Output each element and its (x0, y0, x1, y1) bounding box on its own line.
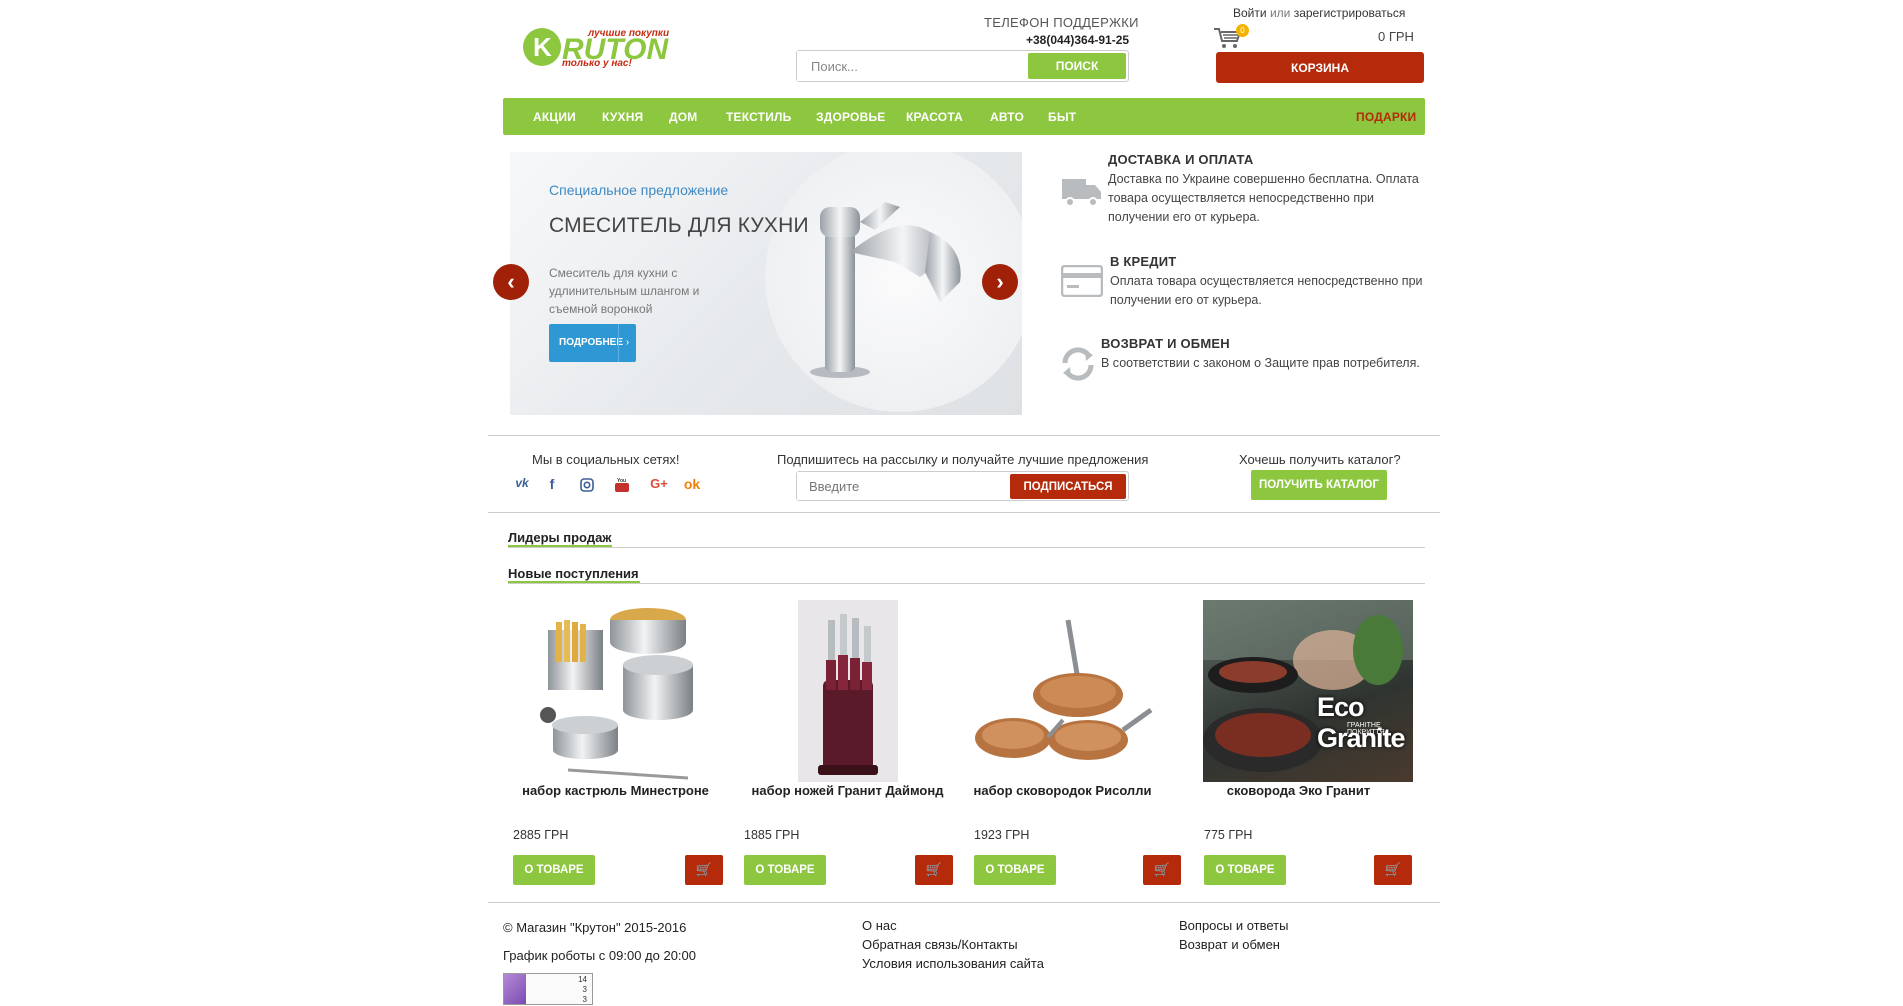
vk-icon[interactable]: vk (513, 476, 531, 494)
cart-icon: 🛒 (1153, 862, 1171, 877)
feature-return-title: ВОЗВРАТ И ОБМЕН (1101, 336, 1230, 351)
search-button[interactable]: ПОИСК (1028, 53, 1126, 79)
nav-item-avto[interactable]: АВТО (990, 110, 1024, 124)
nav-item-akcii[interactable]: АКЦИИ (533, 110, 576, 124)
catalog-label: Хочешь получить каталог? (1239, 452, 1401, 467)
nav-item-zdorovie[interactable]: ЗДОРОВЬЕ (816, 110, 885, 124)
truck-icon (1060, 175, 1104, 214)
footer-schedule: График роботы с 09:00 до 20:00 (503, 948, 697, 963)
footer-link-faq[interactable]: Вопросы и ответы (1179, 918, 1288, 933)
product-details-button[interactable]: О ТОВАРЕ (513, 855, 595, 885)
register-link[interactable]: зарегистрироваться (1294, 6, 1406, 20)
nav-item-podarki[interactable]: ПОДАРКИ (1356, 110, 1416, 124)
add-to-cart-button[interactable]: 🛒 (1374, 855, 1412, 885)
divider (488, 512, 1440, 513)
subscribe-button[interactable]: ПОДПИСАТЬСЯ (1010, 474, 1126, 499)
banner-title: СМЕСИТЕЛЬ ДЛЯ КУХНИ (549, 214, 809, 237)
banner-next-arrow[interactable]: › (982, 264, 1018, 300)
support-label: ТЕЛЕФОН ПОДДЕРЖКИ (984, 15, 1139, 30)
product-image[interactable] (798, 600, 898, 782)
section-new-tab[interactable]: Новые поступления (508, 566, 639, 581)
visit-counter[interactable]: 14 3 3 (503, 973, 593, 1005)
feature-delivery-title: ДОСТАВКА И ОПЛАТА (1108, 152, 1254, 167)
youtube-icon[interactable]: You (613, 476, 631, 494)
banner-more-button[interactable]: ПОДРОБНЕЕ › (549, 324, 636, 362)
site-logo[interactable]: K RUTON лучшие покупки только у нас! (522, 22, 702, 72)
section-leaders-tab[interactable]: Лидеры продаж (508, 530, 612, 545)
refresh-icon (1059, 345, 1097, 388)
nav-item-krasota[interactable]: КРАСОТА (906, 110, 963, 124)
chevron-right-icon: › (618, 324, 636, 362)
login-link[interactable]: Войти (1233, 6, 1267, 20)
subscribe-form: ПОДПИСАТЬСЯ (796, 471, 1129, 501)
footer-link-returns[interactable]: Возврат и обмен (1179, 937, 1280, 952)
cart-icon: 🛒 (925, 862, 943, 877)
nav-item-byt[interactable]: БЫТ (1048, 110, 1076, 124)
add-to-cart-button[interactable]: 🛒 (915, 855, 953, 885)
product-image[interactable] (528, 600, 708, 782)
search-input[interactable] (797, 51, 1037, 81)
product-image-subtitle: ГРАНІТНЕ ПОКРИТТЯ (1347, 722, 1385, 736)
main-nav: АКЦИИ КУХНЯ ДОМ ТЕКСТИЛЬ ЗДОРОВЬЕ КРАСОТ… (503, 98, 1425, 135)
product-price: 1885 ГРН (744, 828, 800, 842)
product-name[interactable]: набор ножей Гранит Даймонд (740, 783, 955, 798)
subscribe-label: Подпишитесь на рассылку и получайте лучш… (777, 452, 1149, 467)
svg-text:лучшие покупки: лучшие покупки (587, 28, 669, 39)
footer-link-about[interactable]: О нас (862, 918, 897, 933)
banner-subtitle: Специальное предложение (549, 182, 729, 198)
auth-links: Войти или зарегистрироваться (1233, 6, 1405, 20)
search-form: ПОИСК (796, 50, 1129, 82)
product-name[interactable]: набор кастрюль Минестроне (508, 783, 723, 798)
nav-item-dom[interactable]: ДОМ (669, 110, 697, 124)
svg-text:You: You (617, 478, 626, 484)
nav-item-kuhnya[interactable]: КУХНЯ (602, 110, 643, 124)
add-to-cart-button[interactable]: 🛒 (685, 855, 723, 885)
product-price: 2885 ГРН (513, 828, 569, 842)
facebook-icon[interactable]: f (543, 476, 561, 494)
faucet-image (810, 202, 961, 378)
feature-return-text: В соответствии с законом о Защите прав п… (1101, 356, 1420, 370)
subscribe-email-input[interactable] (797, 472, 1012, 500)
product-price: 1923 ГРН (974, 828, 1030, 842)
banner-prev-arrow[interactable]: ‹ (493, 264, 529, 300)
get-catalog-button[interactable]: ПОЛУЧИТЬ КАТАЛОГ (1251, 470, 1387, 500)
divider (488, 902, 1440, 903)
feature-credit-text: Оплата товара осуществляется непосредств… (1110, 274, 1423, 307)
product-name[interactable]: набор сковородок Рисолли (955, 783, 1170, 798)
social-label: Мы в социальных сетях! (532, 452, 680, 467)
svg-text:K: K (533, 32, 552, 62)
promo-banner[interactable]: Специальное предложение СМЕСИТЕЛЬ ДЛЯ КУ… (510, 152, 1022, 415)
odnoklassniki-icon[interactable]: ok (683, 476, 701, 494)
cart-icon: 🛒 (1384, 862, 1402, 877)
feature-delivery-text: Доставка по Украине совершенно бесплатна… (1108, 172, 1419, 224)
footer-link-terms[interactable]: Условия использования сайта (862, 956, 1044, 971)
support-phone: +38(044)364-91-25 (1026, 33, 1130, 47)
product-image[interactable]: Eco Granite ГРАНІТНЕ ПОКРИТТЯ (1203, 600, 1413, 782)
cart-sum: 0 ГРН (1378, 29, 1414, 44)
footer-link-contacts[interactable]: Обратная связь/Контакты (862, 937, 1018, 952)
instagram-icon[interactable] (578, 476, 596, 494)
feature-credit-title: В КРЕДИТ (1110, 254, 1177, 269)
or-text: или (1269, 6, 1291, 20)
product-price: 775 ГРН (1204, 828, 1253, 842)
product-details-button[interactable]: О ТОВАРЕ (974, 855, 1056, 885)
cart-icon: 🛒 (695, 862, 713, 877)
nav-item-tekstil[interactable]: ТЕКСТИЛЬ (726, 110, 791, 124)
divider (488, 435, 1440, 436)
credit-card-icon (1060, 264, 1104, 302)
cart-button[interactable]: КОРЗИНА (1216, 52, 1424, 83)
add-to-cart-button[interactable]: 🛒 (1143, 855, 1181, 885)
svg-text:только у нас!: только у нас! (562, 58, 632, 69)
product-details-button[interactable]: О ТОВАРЕ (1204, 855, 1286, 885)
google-plus-icon[interactable]: G+ (646, 476, 672, 494)
footer-copyright: © Магазин "Крутон" 2015-2016 (503, 920, 687, 935)
product-image[interactable] (973, 600, 1153, 782)
product-details-button[interactable]: О ТОВАРЕ (744, 855, 826, 885)
product-name[interactable]: сковорода Эко Гранит (1191, 783, 1406, 798)
cart-count-badge: 0 (1236, 24, 1249, 37)
banner-text: Смеситель для кухни с удлинительным шлан… (549, 266, 700, 316)
